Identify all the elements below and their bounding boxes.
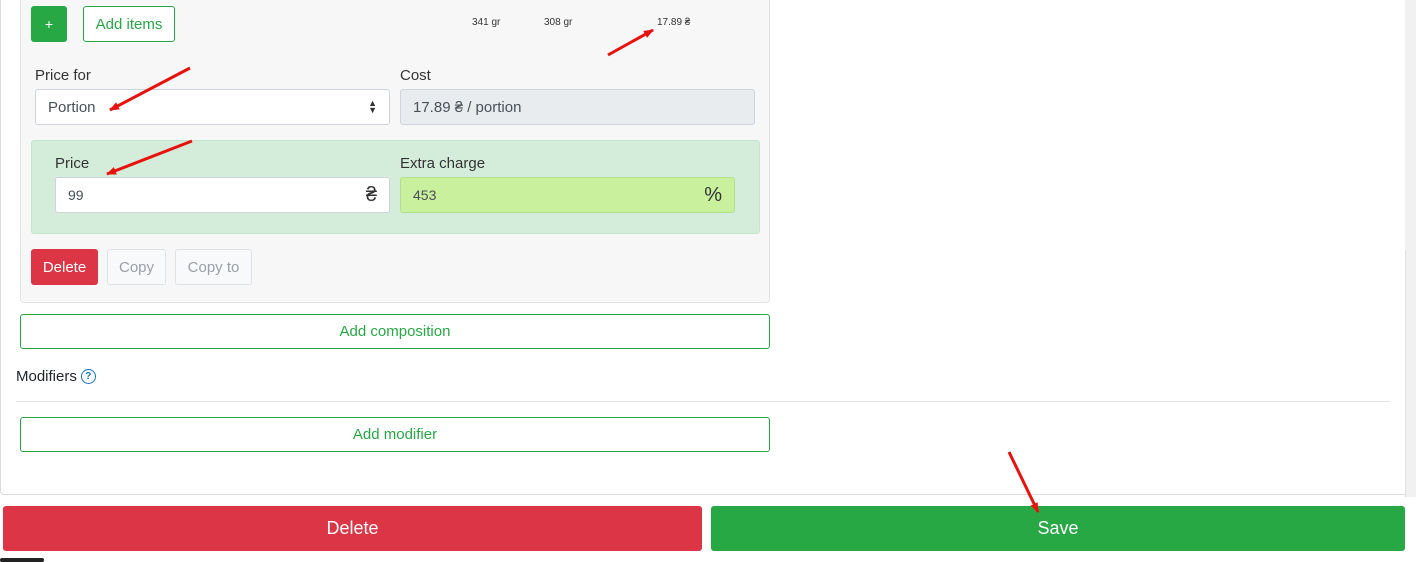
window-bottom-edge: [0, 558, 44, 562]
price-label: Price: [55, 155, 90, 172]
extra-charge-label: Extra charge: [400, 155, 486, 172]
price-for-value: Portion: [48, 98, 96, 116]
price-value: 99: [68, 187, 84, 203]
copy-button[interactable]: Copy: [107, 249, 166, 285]
add-plus-button[interactable]: +: [31, 6, 67, 42]
gross-weight-value: 341 gr: [472, 17, 501, 28]
cost-label: Cost: [400, 67, 431, 84]
extra-charge-value: 453: [413, 187, 437, 203]
scrollbar-track-edge: [1405, 250, 1406, 497]
total-cost-value: 17.89 ₴: [657, 17, 691, 28]
select-caret-icon: ▲ ▼: [368, 98, 377, 115]
hryvnia-icon: ₴: [365, 183, 377, 206]
scrollbar[interactable]: [1405, 0, 1416, 497]
cost-field: 17.89 ₴ / portion: [400, 89, 755, 125]
net-weight-value: 308 gr: [544, 17, 573, 28]
add-composition-button[interactable]: Add composition: [20, 314, 770, 349]
footer-save-button[interactable]: Save: [711, 506, 1405, 551]
percent-icon: %: [704, 183, 722, 206]
cost-value: 17.89 ₴ / portion: [413, 98, 522, 116]
add-modifier-button[interactable]: Add modifier: [20, 417, 770, 452]
price-for-label: Price for: [35, 67, 91, 84]
question-circle-icon[interactable]: ?: [80, 369, 96, 384]
price-input[interactable]: 99 ₴: [55, 177, 390, 213]
footer-delete-button[interactable]: Delete: [3, 506, 702, 551]
add-items-button[interactable]: Add items: [83, 6, 175, 42]
modifiers-heading: Modifiers ?: [16, 368, 96, 385]
extra-charge-input[interactable]: 453 %: [400, 177, 735, 213]
divider: [16, 401, 1390, 402]
modifiers-title: Modifiers: [16, 368, 77, 385]
delete-composition-button[interactable]: Delete: [31, 249, 98, 285]
price-for-select[interactable]: Portion ▲ ▼: [35, 89, 390, 125]
copy-to-button[interactable]: Copy to: [175, 249, 252, 285]
